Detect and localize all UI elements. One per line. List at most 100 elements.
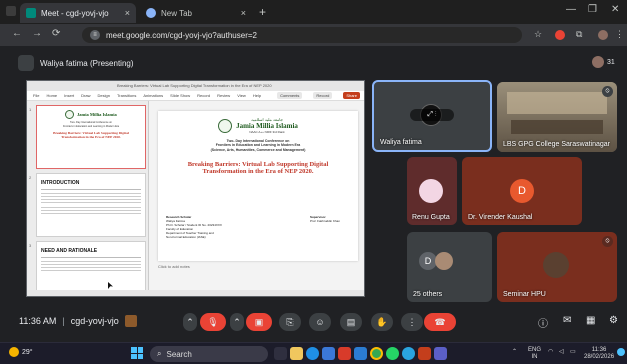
tab-label: New Tab <box>161 8 192 18</box>
file-explorer-icon[interactable] <box>290 347 303 360</box>
volume-icon[interactable]: ◁ <box>559 349 564 356</box>
tab-meet[interactable]: Meet - cgd-yovj-vjo × <box>20 3 136 23</box>
taskbar-clock[interactable]: 11:36 28/02/2026 <box>584 347 614 361</box>
url-text: meet.google.com/cgd-yovj-vjo?authuser=2 <box>106 30 257 40</box>
leave-call-button[interactable]: ☎ <box>424 313 456 331</box>
main-slide: جامعہ ملیہ اسلامیہ Jamia Millia Islamia … <box>158 111 358 261</box>
thumbnail-slide-1: Jamia Millia Islamia Two- Day Internatio… <box>36 105 146 169</box>
taskbar-search[interactable]: ⌕ Search <box>150 346 268 362</box>
share-button: Share <box>343 92 360 99</box>
raise-hand-button[interactable]: ✋ <box>371 313 393 331</box>
thumbnail-number: 2 <box>29 175 32 180</box>
maximize-icon[interactable]: ❐ <box>588 4 597 15</box>
captions-button[interactable]: ⎘ <box>279 313 301 331</box>
telegram-icon[interactable] <box>402 347 415 360</box>
chrome-icon[interactable] <box>370 347 383 360</box>
edge-icon[interactable] <box>306 347 319 360</box>
presenting-indicator-icon <box>124 315 137 327</box>
reload-icon[interactable]: ⟳ <box>52 28 60 39</box>
extensions-puzzle-icon[interactable]: ⧉ <box>576 29 582 40</box>
microphone-off-button[interactable]: 🎙 <box>200 313 226 331</box>
whatsapp-icon[interactable] <box>386 347 399 360</box>
participants-badge[interactable]: 31 <box>592 56 615 68</box>
presenter-thumbnail <box>18 55 34 71</box>
meeting-time: 11:36 AM <box>19 316 57 326</box>
profile-avatar[interactable] <box>598 30 608 40</box>
presenter-chip[interactable]: Waliya fatima (Presenting) <box>18 53 134 73</box>
wifi-icon[interactable]: ◠ <box>548 349 553 356</box>
windows-start-icon[interactable] <box>131 347 143 359</box>
supervisor-line: Prof. Fakhruddin Khan <box>310 219 341 223</box>
tile-controls[interactable]: ⤢ ⋮ <box>410 109 454 121</box>
back-icon[interactable]: ← <box>12 28 22 39</box>
clock-time: 11:36 <box>591 347 607 353</box>
comments-button: Comments <box>277 92 303 99</box>
notification-icon[interactable] <box>617 348 625 356</box>
browser-toolbar: ← → ⟳ ≡ meet.google.com/cgd-yovj-vjo?aut… <box>0 24 627 46</box>
clock-date: 28/02/2026 <box>584 354 615 360</box>
host-controls-icon[interactable]: ⚙ <box>609 315 618 326</box>
menu-kebab-icon[interactable]: ⋮ <box>615 29 624 40</box>
participant-name: 25 others <box>413 291 443 298</box>
store-icon[interactable] <box>322 347 335 360</box>
paper-title-line: Breaking Barriers: Virtual Lab Supportin… <box>187 161 329 168</box>
participant-name: Waliya fatima <box>380 139 422 146</box>
extension-icon[interactable] <box>555 30 565 40</box>
participant-avatar <box>543 252 569 278</box>
forward-icon[interactable]: → <box>32 28 42 39</box>
close-tab-icon[interactable]: × <box>125 8 130 18</box>
present-screen-button[interactable]: ▤ <box>340 313 362 331</box>
weather-temp: 29° <box>22 348 33 356</box>
bookmark-star-icon[interactable]: ☆ <box>534 29 542 40</box>
language-code: ENG <box>528 347 542 353</box>
participant-tile-renu[interactable]: Renu Gupta <box>407 157 457 225</box>
camera-off-button[interactable]: ▣ <box>246 313 272 331</box>
participant-name: LBS GPG College Saraswatinagar <box>503 141 610 148</box>
participant-tile-virender[interactable]: D Dr. Virender Kaushal <box>462 157 582 225</box>
ppt-title-bar: Breaking Barriers: Virtual Lab Supportin… <box>27 81 364 91</box>
meeting-code: cgd-yovj-vjo <box>70 316 119 326</box>
presenting-label: Waliya fatima (Presenting) <box>40 58 134 68</box>
participant-tile-lbs[interactable]: ⦸ LBS GPG College Saraswatinagar <box>497 82 617 152</box>
ribbon-tab: Review <box>217 93 231 98</box>
activities-icon[interactable]: ▦ <box>586 315 595 326</box>
ribbon-tab: Animations <box>143 93 164 98</box>
tab-search-icon[interactable] <box>6 6 16 16</box>
chat-icon[interactable]: ✉ <box>563 315 571 326</box>
tray-chevron-icon[interactable]: ⌃ <box>512 349 517 356</box>
weather-widget[interactable]: 29° <box>9 347 33 357</box>
paper-title-line: Transformation in the Era of NEP 2020. <box>202 168 314 175</box>
office-icon[interactable] <box>338 347 351 360</box>
tab-label: Meet - cgd-yovj-vjo <box>41 8 109 18</box>
participant-count: 31 <box>607 58 615 66</box>
camera-options-chevron-icon[interactable]: ⌃ <box>230 313 244 331</box>
participant-avatar: D <box>510 179 534 203</box>
task-view-icon[interactable] <box>274 347 287 360</box>
battery-icon[interactable]: ▭ <box>570 349 576 356</box>
slide-heading: NEED AND RATIONALE <box>41 248 98 254</box>
more-options-button[interactable]: ⋮ <box>401 313 423 331</box>
conference-line: Frontiers in Education and Learning in M… <box>62 124 119 128</box>
participant-tile-seminar[interactable]: ⦸ Seminar HPU <box>497 232 617 302</box>
close-window-icon[interactable]: ✕ <box>611 4 619 15</box>
address-bar[interactable]: ≡ meet.google.com/cgd-yovj-vjo?authuser=… <box>82 27 522 43</box>
language-indicator[interactable]: ENG IN <box>528 347 541 361</box>
word-icon[interactable] <box>354 347 367 360</box>
slide-heading: INTRODUCTION <box>41 180 80 186</box>
site-info-icon[interactable]: ≡ <box>90 30 100 40</box>
thumbnail-number: 1 <box>29 107 32 112</box>
mic-options-chevron-icon[interactable]: ⌃ <box>183 313 197 331</box>
new-tab-icon[interactable]: + <box>259 5 266 19</box>
powerpoint-icon[interactable] <box>418 347 431 360</box>
mic-muted-icon: ⦸ <box>602 86 613 97</box>
meeting-details-icon[interactable]: ⓘ <box>538 315 548 330</box>
browser-tab-strip: Meet - cgd-yovj-vjo × New Tab × + — ❐ ✕ <box>0 0 627 24</box>
close-tab-icon[interactable]: × <box>241 8 246 18</box>
emoji-button[interactable]: ☺ <box>309 313 331 331</box>
participant-tile-waliya[interactable]: ⤢ ⋮ Waliya fatima <box>372 80 492 152</box>
participant-tile-others[interactable]: D 25 others <box>407 232 492 302</box>
tab-new-tab[interactable]: New Tab × <box>140 3 252 23</box>
teams-icon[interactable] <box>434 347 447 360</box>
ribbon-tab: Record <box>197 93 211 98</box>
minimize-icon[interactable]: — <box>566 4 576 15</box>
